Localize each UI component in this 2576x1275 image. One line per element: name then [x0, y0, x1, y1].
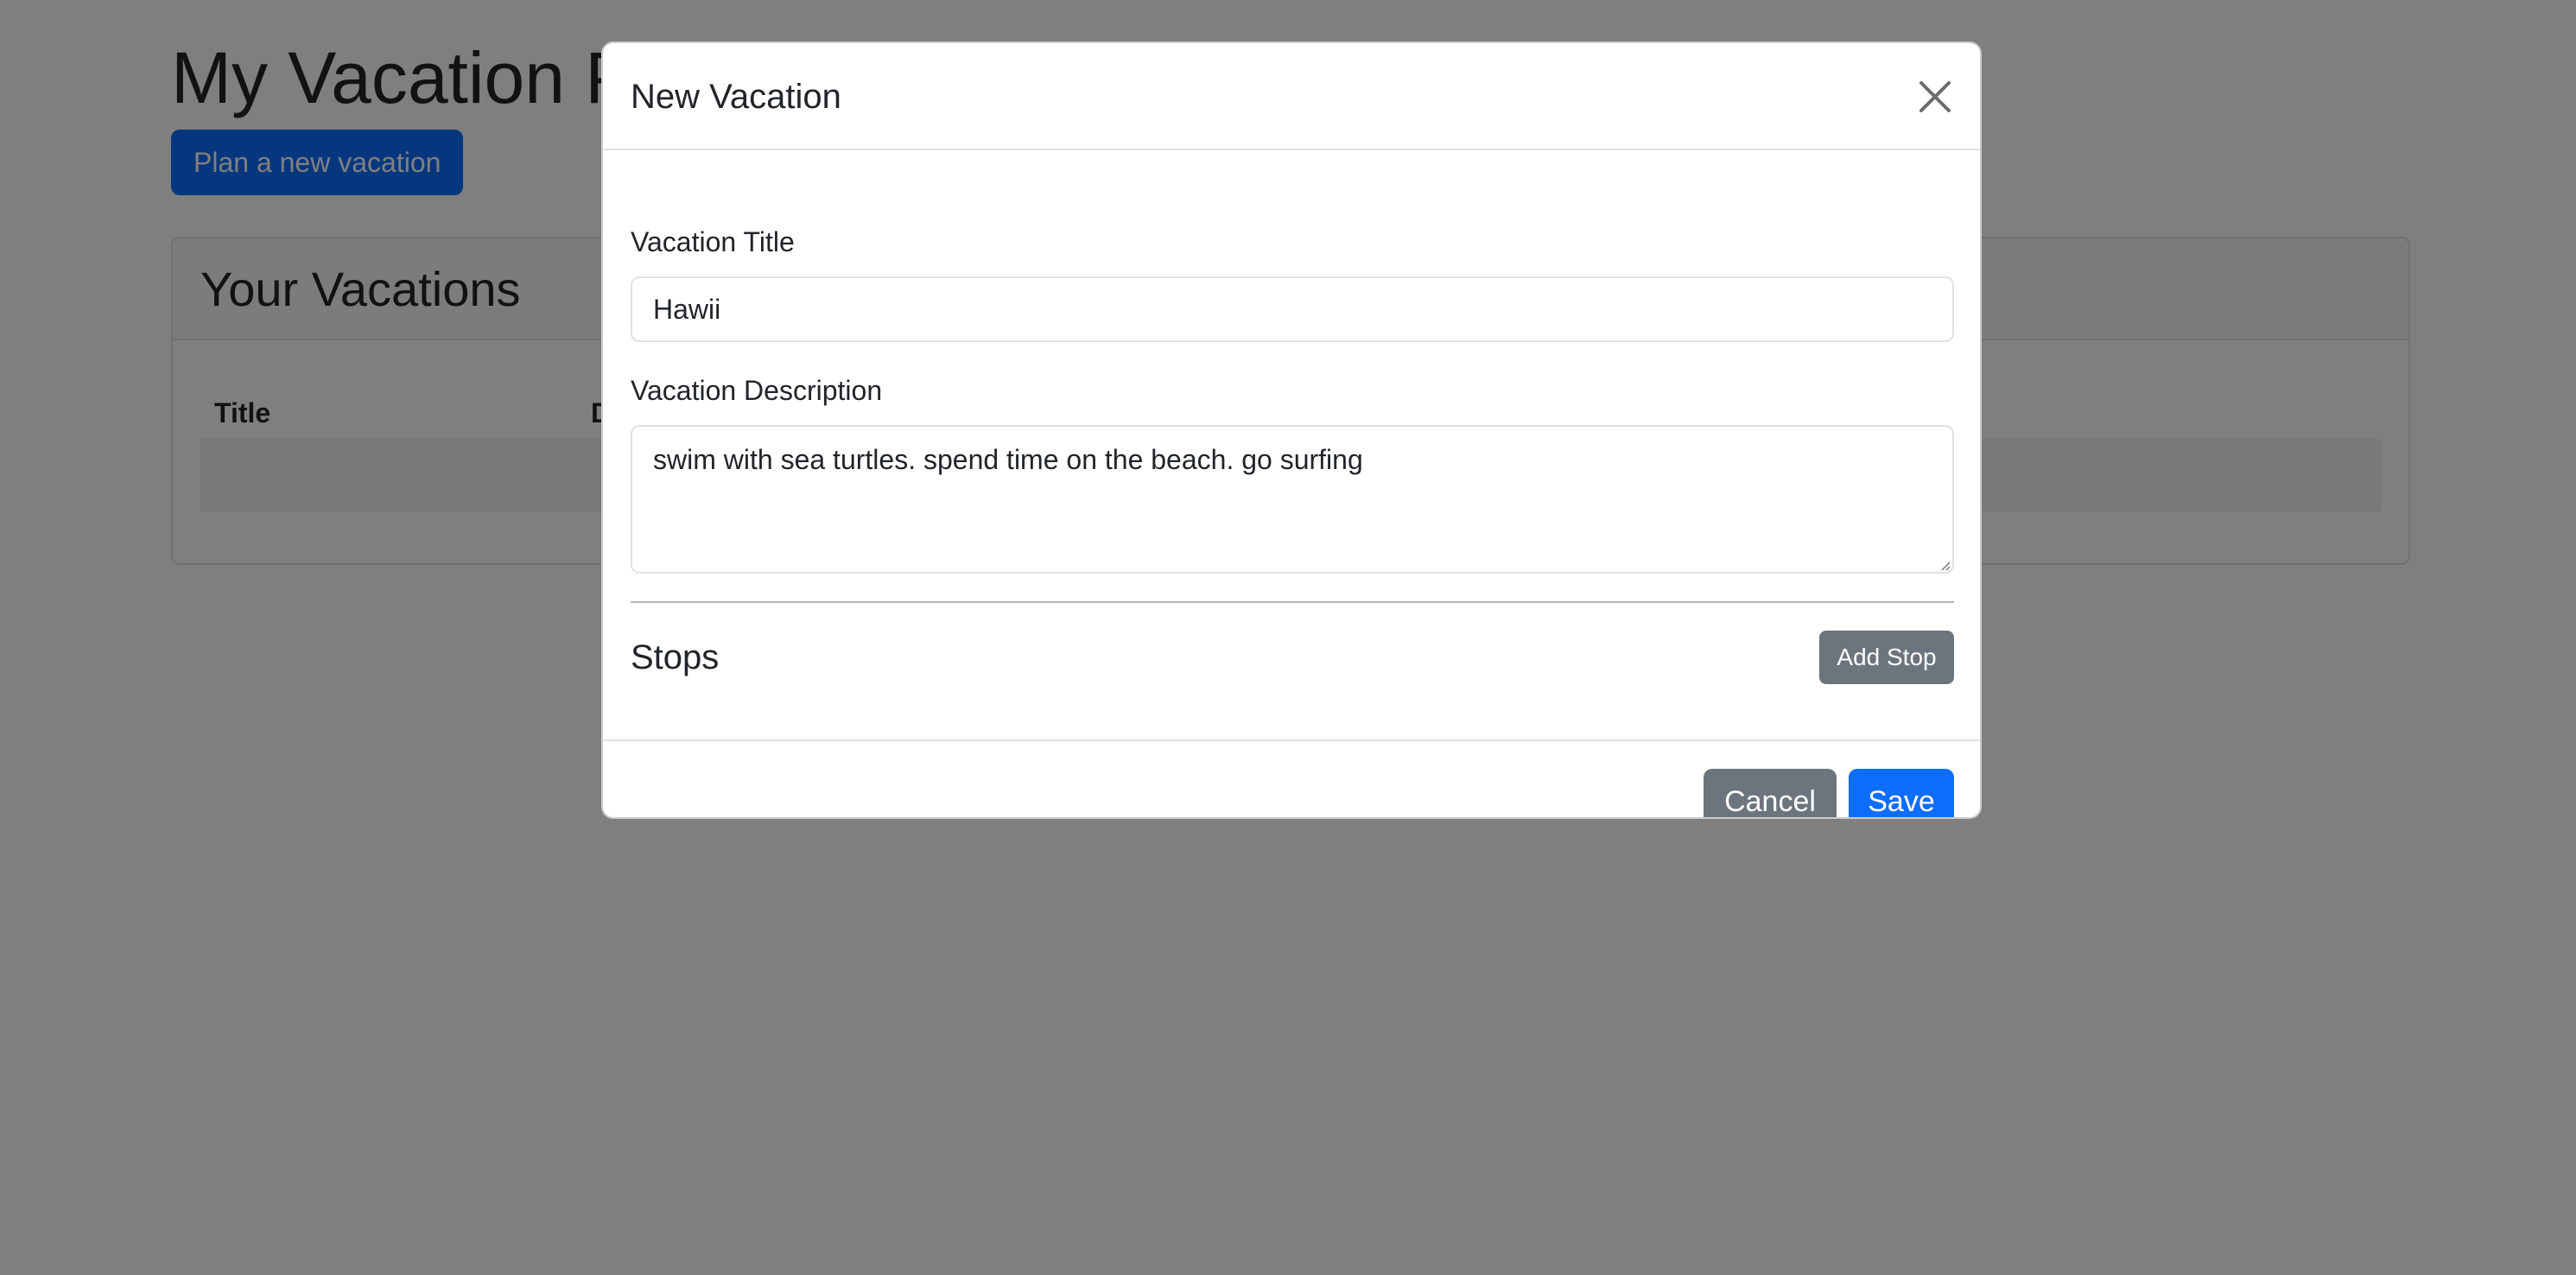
new-vacation-modal: New Vacation Vacation Title Vacation Des… [601, 41, 1982, 819]
close-button[interactable] [1914, 76, 1956, 117]
modal-footer: Cancel Save [603, 739, 1980, 817]
close-icon [1914, 76, 1956, 117]
modal-title: New Vacation [631, 78, 841, 116]
vacation-description-label: Vacation Description [631, 375, 883, 406]
vacation-description-textarea[interactable]: swim with sea turtles. spend time on the… [631, 425, 1954, 574]
stops-heading: Stops [631, 638, 720, 676]
save-button[interactable]: Save [1849, 769, 1954, 817]
vacation-title-input[interactable] [631, 276, 1954, 342]
vacation-title-label: Vacation Title [631, 226, 795, 257]
cancel-button[interactable]: Cancel [1704, 769, 1837, 817]
section-divider [631, 601, 1954, 603]
modal-header: New Vacation [603, 43, 1980, 150]
add-stop-button[interactable]: Add Stop [1819, 631, 1954, 684]
resize-handle-icon[interactable] [1940, 560, 1951, 571]
